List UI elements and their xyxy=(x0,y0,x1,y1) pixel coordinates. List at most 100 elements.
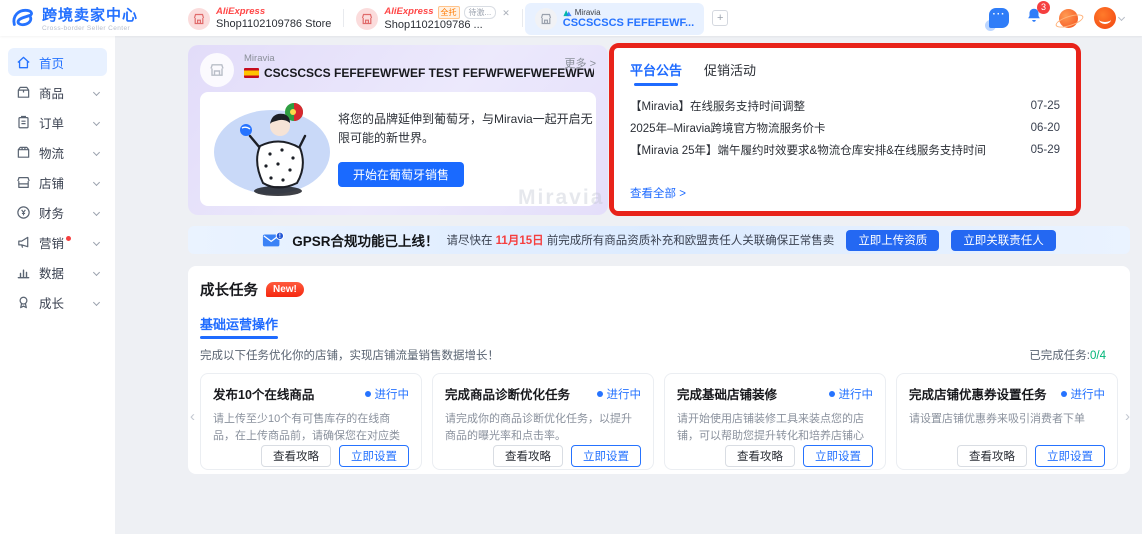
sidebar-item-logistics[interactable]: 物流 xyxy=(8,138,107,166)
view-guide-button[interactable]: 查看攻略 xyxy=(261,445,331,467)
store-name: Shop1102109786 ... xyxy=(384,19,483,32)
completed-tasks-counter: 已完成任务:0/4 xyxy=(1029,347,1118,363)
setup-now-button[interactable]: 立即设置 xyxy=(339,445,409,467)
status-dot xyxy=(1060,390,1067,397)
top-bar: 跨境卖家中心 Cross-border Seller Center AliExp… xyxy=(0,0,1142,36)
notification-count-badge: 3 xyxy=(1037,0,1050,14)
svg-text:!: ! xyxy=(279,234,281,240)
store-tab-2[interactable]: AliExpress 全托 待激... ✕ Shop1102109786 ... xyxy=(346,3,519,35)
task-status: 进行中 xyxy=(596,386,642,402)
logistics-package-icon xyxy=(17,146,30,158)
announcements-panel: 平台公告 促销活动 【Miravia】在线服务支持时间调整 07-25 2025… xyxy=(614,48,1076,211)
view-guide-button[interactable]: 查看攻略 xyxy=(725,445,795,467)
task-title: 发布10个在线商品 xyxy=(213,388,315,402)
announcement-title: 【Miravia 25年】端午履约时效要求&物流仓库安排&在线服务支持时间 xyxy=(630,145,986,157)
announcement-row[interactable]: 2025年–Miravia跨境官方物流服务价卡 06-20 xyxy=(630,117,1060,139)
brand-logo[interactable]: 跨境卖家中心 Cross-border Seller Center xyxy=(0,4,178,32)
close-tab-icon[interactable]: ✕ xyxy=(502,8,510,18)
account-menu[interactable] xyxy=(1094,7,1126,29)
miravia-store-card: Miravia CSCSCSCS FEFEFEWFWEF TEST FEFWFW… xyxy=(188,45,608,215)
store-tab-1[interactable]: AliExpress Shop1102109786 Store xyxy=(178,3,341,35)
sidebar-item-growth[interactable]: 成长 xyxy=(8,288,107,316)
portugal-promo-card: 将您的品牌延伸到葡萄牙，与Miravia一起开启无限可能的新世界。 开始在葡萄牙… xyxy=(200,92,596,206)
carousel-prev-icon[interactable]: ‹ xyxy=(190,408,195,425)
chevron-down-icon xyxy=(92,208,101,216)
tab-promo-activities[interactable]: 促销活动 xyxy=(704,60,756,79)
announcement-row[interactable]: 【Miravia】在线服务支持时间调整 07-25 xyxy=(630,95,1060,117)
status-dot xyxy=(828,390,835,397)
miravia-logo-icon xyxy=(563,9,572,16)
task-desc: 请开始使用店铺装修工具来装点您的店铺，可以帮助您提升转化和培养店铺心智。 xyxy=(677,413,864,443)
carousel-next-icon[interactable]: › xyxy=(1125,408,1130,425)
upload-qualification-button[interactable]: 立即上传资质 xyxy=(846,229,940,251)
view-guide-button[interactable]: 查看攻略 xyxy=(493,445,563,467)
marketing-megaphone-icon xyxy=(18,236,29,248)
task-card-product-diagnosis: 完成商品诊断优化任务 进行中 请完成你的商品诊断优化任务，以提升商品的曝光率和点… xyxy=(432,373,654,470)
start-selling-portugal-button[interactable]: 开始在葡萄牙销售 xyxy=(338,162,464,187)
sidebar-item-finance[interactable]: 财务 xyxy=(8,198,107,226)
view-guide-button[interactable]: 查看攻略 xyxy=(957,445,1027,467)
platform-logo: AliExpress xyxy=(384,6,434,18)
sidebar-item-label: 订单 xyxy=(39,116,65,131)
chevron-down-icon xyxy=(92,268,101,276)
status-text: 进行中 xyxy=(1070,388,1106,401)
setup-now-button[interactable]: 立即设置 xyxy=(803,445,873,467)
divider xyxy=(521,9,523,27)
store-name: Shop1102109786 Store xyxy=(216,18,332,31)
growth-desc: 完成以下任务优化你的店铺，实现店铺流量销售数据增长！ xyxy=(200,350,499,362)
announcement-date: 07-25 xyxy=(1030,100,1060,112)
announcement-title: 【Miravia】在线服务支持时间调整 xyxy=(630,101,806,113)
sidebar-item-orders[interactable]: 订单 xyxy=(8,108,107,136)
task-desc: 请完成你的商品诊断优化任务，以提升商品的曝光率和点击率。 xyxy=(445,413,632,443)
status-text: 进行中 xyxy=(374,388,410,401)
sidebar-item-label: 物流 xyxy=(39,146,65,161)
gpsr-desc-suffix: 前完成所有商品资质补充和欧盟责任人关联确保正常售卖 xyxy=(546,235,835,247)
platform-label: Miravia xyxy=(244,53,275,64)
notifications-bell[interactable]: 3 xyxy=(1025,0,1050,30)
add-store-tab-button[interactable]: + xyxy=(712,10,729,26)
sidebar-item-products[interactable]: 商品 xyxy=(8,78,107,106)
gpsr-desc: 请尽快在 11月15日 前完成所有商品资质补充和欧盟责任人关联确保正常售卖 xyxy=(446,232,834,248)
store-tab-miravia-active[interactable]: Miravia CSCSCSCS FEFEFEWF... xyxy=(524,3,705,35)
promo-text: 将您的品牌延伸到葡萄牙，与Miravia一起开启无限可能的新世界。 xyxy=(338,112,593,146)
platform-logo: Miravia xyxy=(574,8,601,18)
announcement-row[interactable]: 【Miravia 25年】端午履约时效要求&物流仓库安排&在线服务支持时间 05… xyxy=(630,139,1060,161)
task-desc: 请设置店铺优惠券来吸引消费者下单 xyxy=(909,413,1085,425)
sidebar-item-label: 营销 xyxy=(39,236,65,251)
sidebar-nav: 首页 商品 订单 物流 店铺 财务 营销 数据 成长 xyxy=(0,36,115,534)
growth-tasks-section: 成长任务 New! 基础运营操作 完成以下任务优化你的店铺，实现店铺流量销售数据… xyxy=(188,266,1130,474)
platform-logo: AliExpress xyxy=(216,6,266,18)
planet-icon[interactable] xyxy=(1059,8,1078,28)
sidebar-item-marketing[interactable]: 营销 xyxy=(8,228,107,256)
growth-medal-icon xyxy=(19,296,28,308)
chevron-down-icon xyxy=(92,298,101,306)
data-chart-icon xyxy=(17,268,30,278)
app-title: 跨境卖家中心 xyxy=(42,7,139,24)
new-badge: New! xyxy=(266,282,304,297)
announcement-date: 05-29 xyxy=(1030,144,1060,156)
status-text: 进行中 xyxy=(606,388,642,401)
view-all-link[interactable]: 查看全部 > xyxy=(630,185,686,201)
red-annotation-box: 平台公告 促销活动 【Miravia】在线服务支持时间调整 07-25 2025… xyxy=(609,43,1081,216)
sidebar-item-shop[interactable]: 店铺 xyxy=(8,168,107,196)
announcement-title: 2025年–Miravia跨境官方物流服务价卡 xyxy=(630,123,826,135)
task-status: 进行中 xyxy=(1060,386,1106,402)
store-full-name: CSCSCSCS FEFEFEWFWEF TEST FEFWFWEFWEFEWF… xyxy=(264,66,594,80)
progress-label: 已完成任务: xyxy=(1029,350,1090,362)
store-avatar-icon xyxy=(200,53,234,87)
sidebar-item-home[interactable]: 首页 xyxy=(8,48,107,76)
link-responsible-person-button[interactable]: 立即关联责任人 xyxy=(951,229,1056,251)
task-title: 完成商品诊断优化任务 xyxy=(445,388,571,402)
store-icon xyxy=(356,8,379,30)
more-link[interactable]: 更多 > xyxy=(565,55,596,71)
setup-now-button[interactable]: 立即设置 xyxy=(571,445,641,467)
messages-icon[interactable] xyxy=(985,8,1009,31)
sidebar-item-data[interactable]: 数据 xyxy=(8,258,107,286)
chevron-down-icon xyxy=(92,118,101,126)
tab-basic-operations[interactable]: 基础运营操作 xyxy=(200,314,279,339)
task-card-shop-coupon: 完成店铺优惠券设置任务 进行中 请设置店铺优惠券来吸引消费者下单 查看攻略 立即… xyxy=(896,373,1118,470)
setup-now-button[interactable]: 立即设置 xyxy=(1035,445,1105,467)
app-subtitle: Cross-border Seller Center xyxy=(42,25,131,32)
tab-platform-announcements[interactable]: 平台公告 xyxy=(630,60,682,86)
gpsr-banner: ! GPSR合规功能已上线！ 请尽快在 11月15日 前完成所有商品资质补充和欧… xyxy=(188,226,1130,254)
